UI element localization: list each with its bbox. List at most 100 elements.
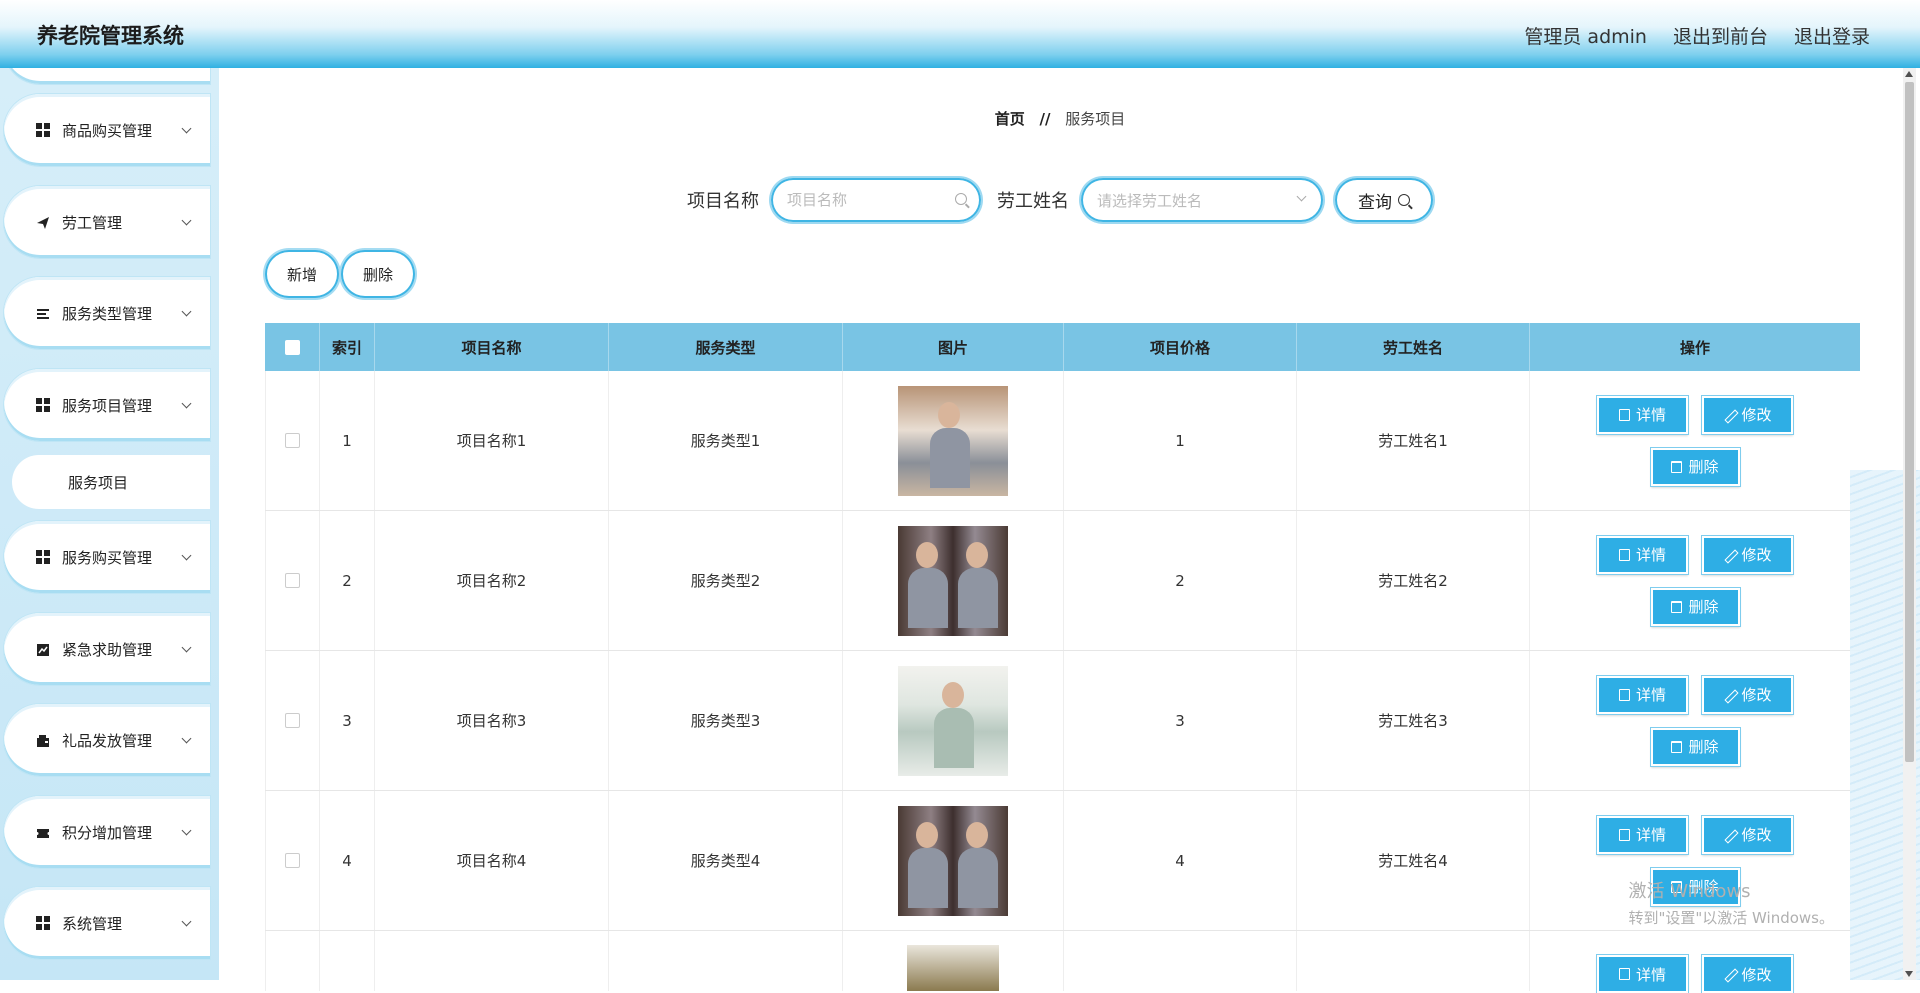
project-name-label: 项目名称 (687, 187, 759, 213)
sidebar-item-label: 服务类型管理 (62, 303, 183, 324)
service-photo (907, 945, 999, 991)
breadcrumb-home[interactable]: 首页 (995, 110, 1025, 128)
delete-button[interactable]: 删除 (1651, 588, 1740, 626)
cell-project-name: 项目名称2 (375, 511, 609, 650)
document-icon (1619, 829, 1630, 841)
add-button[interactable]: 新增 (265, 250, 339, 298)
scroll-down-arrow-icon[interactable] (1905, 971, 1913, 977)
query-button-label: 查询 (1358, 188, 1392, 213)
cell-price: 4 (1064, 791, 1297, 930)
detail-button[interactable]: 详情 (1597, 396, 1688, 434)
sidebar-item-service-type[interactable]: 服务类型管理 (4, 277, 210, 349)
row-select-cell (265, 791, 320, 930)
cell-operations: 详情 修改 删除 (1530, 511, 1860, 650)
scroll-up-arrow-icon[interactable] (1905, 71, 1913, 77)
table-row: 2 项目名称2 服务类型2 2 劳工姓名2 详情 修改 删除 (265, 511, 1860, 651)
detail-button[interactable]: 详情 (1597, 955, 1688, 993)
sidebar-item-service-purchase[interactable]: 服务购买管理 (4, 521, 210, 593)
action-buttons: 新增 删除 (265, 250, 415, 298)
detail-label: 详情 (1636, 544, 1666, 565)
sidebar-item-worker[interactable]: 劳工管理 (4, 186, 210, 258)
service-photo (898, 386, 1008, 496)
sidebar-item-points[interactable]: 积分增加管理 (4, 796, 210, 868)
edit-button[interactable]: 修改 (1702, 816, 1793, 854)
batch-delete-button[interactable]: 删除 (341, 250, 415, 298)
sidebar-item-label: 服务购买管理 (62, 547, 183, 568)
row-checkbox[interactable] (285, 853, 300, 868)
edit-button[interactable]: 修改 (1702, 676, 1793, 714)
sidebar-item-label: 劳工管理 (62, 212, 183, 233)
admin-user-link[interactable]: 管理员 admin (1524, 22, 1647, 49)
select-all-checkbox[interactable] (285, 340, 300, 355)
row-checkbox[interactable] (285, 573, 300, 588)
edit-label: 修改 (1741, 964, 1771, 985)
header-worker-name: 劳工姓名 (1297, 323, 1530, 371)
detail-label: 详情 (1636, 964, 1666, 985)
project-name-input[interactable] (787, 180, 957, 220)
detail-button[interactable]: 详情 (1597, 816, 1688, 854)
cell-operations: 详情 修改 (1530, 931, 1860, 991)
exit-to-frontend-link[interactable]: 退出到前台 (1673, 22, 1768, 49)
sidebar-item-label: 紧急求助管理 (62, 639, 183, 660)
grid-icon (36, 916, 50, 930)
query-button[interactable]: 查询 (1335, 178, 1433, 222)
cell-worker-name: 劳工姓名1 (1297, 371, 1530, 510)
service-photo (898, 526, 1008, 636)
wallet-icon (36, 733, 50, 747)
cell-service-type: 服务类型4 (609, 791, 843, 930)
scrollbar-thumb[interactable] (1905, 82, 1914, 762)
chevron-down-icon (182, 642, 192, 652)
pencil-icon (1723, 968, 1735, 980)
edit-button[interactable]: 修改 (1702, 396, 1793, 434)
cell-project-name: 项目名称4 (375, 791, 609, 930)
document-icon (1619, 549, 1630, 561)
cell-price: 1 (1064, 371, 1297, 510)
paper-plane-icon (36, 215, 50, 229)
row-checkbox[interactable] (285, 713, 300, 728)
sidebar-item-goods-purchase[interactable]: 商品购买管理 (4, 94, 210, 166)
sidebar-item-gift[interactable]: 礼品发放管理 (4, 704, 210, 776)
chart-icon (36, 642, 50, 656)
header-operations: 操作 (1530, 323, 1860, 371)
submenu-item-service-item[interactable]: 服务项目 (12, 455, 210, 509)
table-row: 3 项目名称3 服务类型3 3 劳工姓名3 详情 修改 删除 (265, 651, 1860, 791)
delete-button[interactable]: 删除 (1651, 728, 1740, 766)
header-links: 管理员 admin 退出到前台 退出登录 (1524, 22, 1870, 49)
windows-activation-watermark: 激活 Windows 转到"设置"以激活 Windows。 (1628, 877, 1834, 928)
cell-price (1064, 931, 1297, 991)
edit-label: 修改 (1741, 404, 1771, 425)
row-checkbox[interactable] (285, 433, 300, 448)
cell-image (843, 931, 1064, 991)
logout-link[interactable]: 退出登录 (1794, 22, 1870, 49)
row-select-cell (265, 931, 320, 991)
delete-button[interactable]: 删除 (1651, 448, 1740, 486)
sidebar-item-label: 商品购买管理 (62, 120, 183, 141)
search-icon (1398, 194, 1410, 206)
edit-button[interactable]: 修改 (1702, 955, 1793, 993)
detail-button[interactable]: 详情 (1597, 676, 1688, 714)
cell-worker-name: 劳工姓名2 (1297, 511, 1530, 650)
cell-operations: 详情 修改 删除 (1530, 651, 1860, 790)
cell-project-name: 项目名称1 (375, 371, 609, 510)
sidebar-item-label: 系统管理 (62, 913, 183, 934)
worker-name-placeholder: 请选择劳工姓名 (1097, 190, 1202, 211)
header-image: 图片 (843, 323, 1064, 371)
service-photo (898, 806, 1008, 916)
sidebar-item-service-item[interactable]: 服务项目管理 (4, 369, 210, 441)
search-icon (955, 193, 967, 205)
sidebar-item-emergency[interactable]: 紧急求助管理 (4, 613, 210, 685)
page-scrollbar[interactable] (1903, 68, 1916, 980)
pencil-icon (1723, 409, 1735, 421)
sidebar-item-label: 积分增加管理 (62, 822, 183, 843)
detail-button[interactable]: 详情 (1597, 536, 1688, 574)
chevron-down-icon (1297, 192, 1307, 202)
sidebar-item-hidden[interactable] (4, 68, 210, 84)
delete-label: 删除 (1688, 596, 1718, 617)
document-icon (1619, 968, 1630, 980)
chevron-down-icon (182, 398, 192, 408)
worker-name-select[interactable]: 请选择劳工姓名 (1081, 178, 1323, 222)
sidebar-item-system[interactable]: 系统管理 (4, 887, 210, 959)
cell-service-type: 服务类型3 (609, 651, 843, 790)
trash-icon (1671, 741, 1682, 753)
edit-button[interactable]: 修改 (1702, 536, 1793, 574)
